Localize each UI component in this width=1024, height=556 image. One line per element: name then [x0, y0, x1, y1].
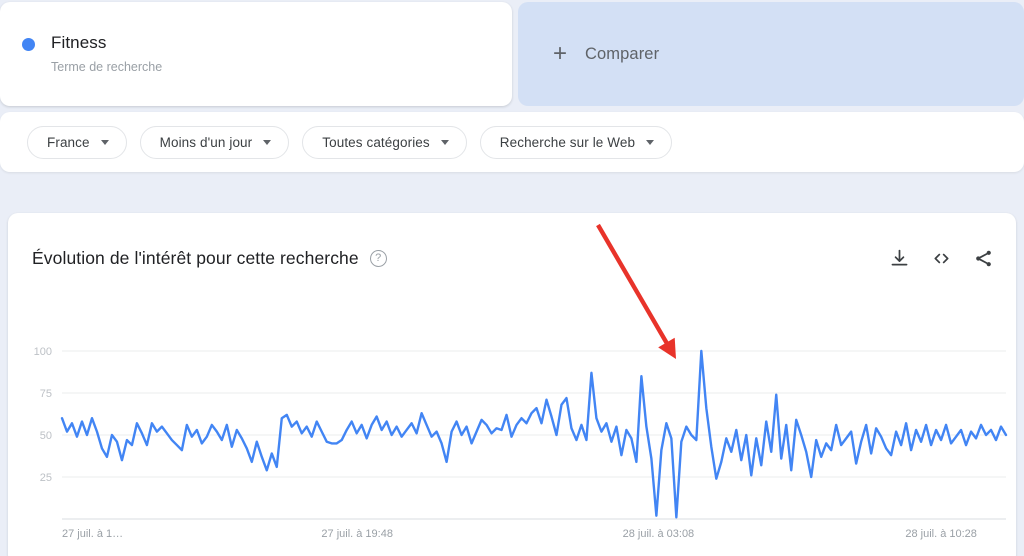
chart-plot: 25 50 75 100 27 juil. à 1… 27 juil. à 19:48 28…: [8, 213, 1016, 556]
compare-label: Comparer: [585, 44, 660, 63]
chevron-down-icon: [100, 139, 109, 145]
series-color-dot: [22, 38, 35, 51]
chevron-down-icon: [263, 139, 272, 145]
filter-chip-category[interactable]: Toutes catégories: [302, 125, 467, 159]
filter-chip-time-range[interactable]: Moins d'un jour: [139, 125, 290, 159]
search-term-title: Fitness: [51, 33, 107, 52]
search-term-content: Fitness Terme de recherche: [22, 32, 162, 75]
x-axis-tick-label: 27 juil. à 1…: [62, 528, 123, 540]
x-axis-tick-label: 28 juil. à 03:08: [623, 528, 695, 540]
filter-chip-time-range-label: Moins d'un jour: [159, 134, 253, 150]
plus-icon: +: [553, 40, 568, 67]
search-terms-row: Fitness Terme de recherche + Comparer: [0, 0, 1024, 106]
filter-chip-location-label: France: [47, 134, 90, 150]
chevron-down-icon: [440, 139, 449, 145]
filter-chip-category-label: Toutes catégories: [322, 134, 430, 150]
chart-series-line: [60, 349, 1008, 519]
filter-chip-search-type-label: Recherche sur le Web: [499, 134, 636, 150]
filter-chip-location[interactable]: France: [27, 125, 127, 159]
y-axis-tick-label: 50: [40, 430, 52, 442]
filter-chip-search-type[interactable]: Recherche sur le Web: [479, 125, 673, 159]
search-term-subtitle: Terme de recherche: [51, 60, 163, 74]
compare-card[interactable]: + Comparer: [518, 2, 1024, 106]
trends-page: Fitness Terme de recherche + Comparer Fr…: [0, 0, 1024, 556]
y-axis-tick-label: 25: [40, 472, 52, 484]
search-term-card[interactable]: Fitness Terme de recherche: [0, 2, 512, 106]
y-axis-tick-label: 75: [40, 388, 52, 400]
y-axis-tick-label: 100: [34, 346, 52, 358]
interest-over-time-card: Évolution de l'intérêt pour cette recher…: [8, 213, 1016, 556]
compare-content: + Comparer: [553, 42, 659, 66]
chevron-down-icon: [646, 139, 655, 145]
annotation-arrow-shaft: [596, 223, 672, 349]
x-axis-tick-label: 27 juil. à 19:48: [321, 528, 393, 540]
interest-over-time-chart: 25 50 75 100 27 juil. à 1… 27 juil. à 19:48 28…: [34, 223, 1008, 540]
filter-bar: France Moins d'un jour Toutes catégories…: [0, 112, 1024, 172]
x-axis-tick-label: 28 juil. à 10:28: [905, 528, 977, 540]
